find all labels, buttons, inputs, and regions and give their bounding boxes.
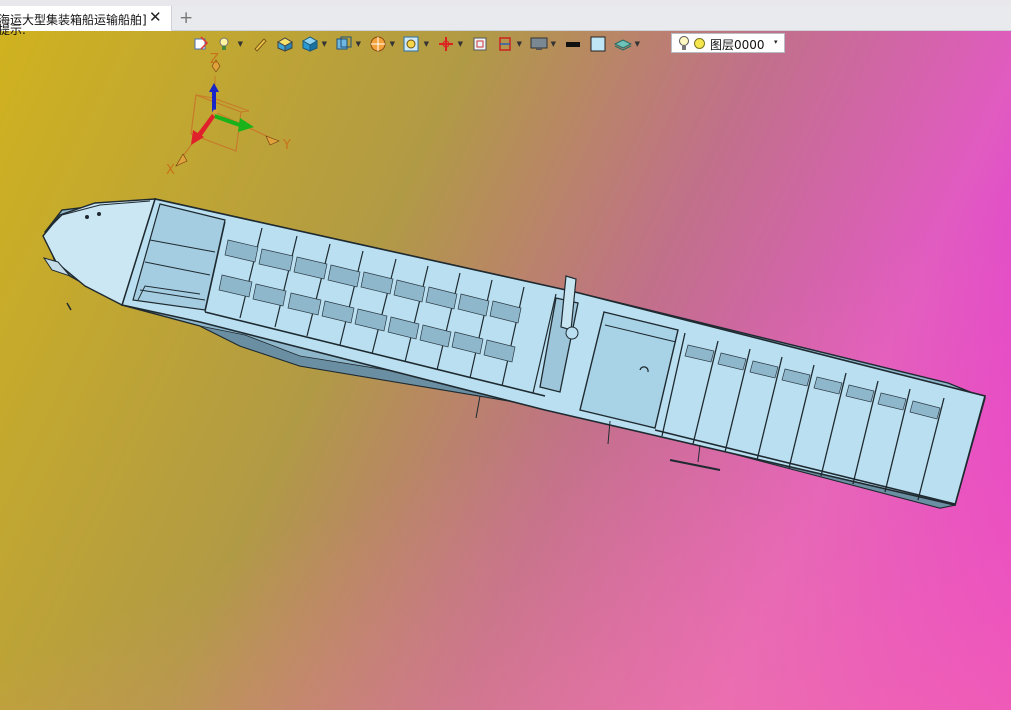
new-tab-button[interactable]: +	[179, 8, 193, 28]
chevron-down-icon[interactable]: ▼	[322, 40, 327, 48]
y-axis-label: Y	[283, 138, 291, 153]
hull-plate	[669, 459, 721, 471]
fill-color-icon[interactable]	[587, 34, 609, 54]
cube-icon[interactable]: ▼	[299, 34, 327, 54]
anchor-mark	[66, 302, 72, 311]
line-color-icon[interactable]	[562, 34, 584, 54]
chevron-down-icon[interactable]: ▼	[517, 40, 522, 48]
chevron-down-icon[interactable]: ▼	[390, 40, 395, 48]
chevron-down-icon[interactable]: ▼	[356, 40, 361, 48]
zoom-fit-icon[interactable]: ▼	[401, 34, 429, 54]
chevron-down-icon[interactable]: ▼	[635, 40, 640, 48]
box-solid-icon[interactable]	[274, 34, 296, 54]
bow-hole	[85, 215, 89, 219]
chevron-down-icon[interactable]: ▾	[774, 38, 778, 46]
render-sphere-icon[interactable]: ▼	[367, 34, 395, 54]
vent	[565, 326, 579, 340]
frame-icon[interactable]	[469, 34, 491, 54]
container-ship-model[interactable]	[42, 198, 986, 509]
chevron-down-icon[interactable]: ▼	[551, 40, 556, 48]
import-icon[interactable]	[190, 34, 212, 54]
model-scene	[42, 59, 986, 509]
light-icon[interactable]: ▼	[215, 34, 243, 54]
layer-selector[interactable]: 图层0000 ▾	[671, 33, 785, 53]
layer-stack-icon[interactable]: ▼	[612, 34, 640, 54]
layer-name: 图层0000	[710, 38, 765, 52]
tab-bar: 海运大型集装箱船运输船舶] ✕ +	[0, 6, 1011, 31]
hint-text: 提示.	[0, 23, 26, 37]
close-icon[interactable]: ✕	[149, 8, 162, 26]
x-axis-label: X	[166, 163, 175, 178]
lightbulb-icon[interactable]	[678, 36, 690, 54]
display-icon[interactable]: ▼	[528, 34, 556, 54]
layer-color-icon[interactable]	[694, 38, 705, 49]
move-icon[interactable]: ▼	[435, 34, 463, 54]
view-toolbar: ▼ ▼ ▼ ▼ ▼ ▼ ▼ ▼ ▼	[190, 33, 646, 55]
chevron-down-icon[interactable]: ▼	[424, 40, 429, 48]
view-cube-icon[interactable]: ▼	[333, 34, 361, 54]
pen-icon[interactable]	[249, 34, 271, 54]
bow-hole	[97, 212, 101, 216]
coordinate-triad	[175, 59, 280, 167]
chevron-down-icon[interactable]: ▼	[458, 40, 463, 48]
chevron-down-icon[interactable]: ▼	[238, 40, 243, 48]
section-icon[interactable]: ▼	[494, 34, 522, 54]
